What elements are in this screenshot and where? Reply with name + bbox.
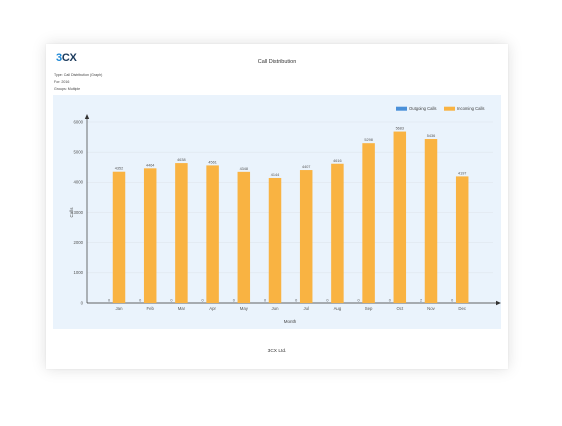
bar-incoming (112, 171, 126, 303)
legend-label-outgoing: Outgoing Calls (409, 106, 436, 111)
bar-incoming (393, 131, 407, 303)
data-label-incoming: 4348 (240, 167, 248, 171)
data-label-outgoing: 0 (202, 299, 204, 303)
y-tick-label: 0 (81, 300, 84, 305)
data-label-incoming: 4561 (208, 160, 216, 164)
y-tick-label: 5000 (73, 149, 83, 154)
data-label-outgoing: 0 (108, 299, 110, 303)
data-label-incoming: 5436 (427, 134, 435, 138)
x-tick-label: Jan (116, 306, 124, 311)
x-tick-label: Apr (209, 306, 216, 311)
data-label-incoming: 5298 (364, 138, 372, 142)
bar-incoming (455, 176, 469, 303)
bar-incoming (175, 163, 188, 303)
y-tick-label: 4000 (73, 180, 83, 185)
data-label-outgoing: 0 (358, 299, 360, 303)
meta-type: Type: Call Distribution (Graph) (54, 73, 103, 77)
data-label-outgoing: 0 (389, 299, 391, 303)
bar-incoming (331, 163, 344, 303)
bar-incoming (424, 139, 438, 303)
data-label-outgoing: 0 (264, 299, 266, 303)
x-tick-label: Jul (303, 306, 309, 311)
y-axis-label: Calls (69, 207, 74, 218)
report-page: 3CX Call Distribution Type: Call Distrib… (46, 44, 508, 369)
y-tick-label: 3000 (73, 210, 83, 215)
x-tick-label: Dec (458, 306, 466, 311)
y-tick-label: 2000 (73, 240, 83, 245)
meta-for: For: 2016 (54, 80, 70, 84)
x-tick-label: Feb (146, 306, 154, 311)
legend-swatch-incoming (444, 106, 455, 111)
y-axis-arrow (84, 114, 90, 119)
x-tick-label: Sep (365, 306, 373, 311)
bar-incoming (299, 170, 313, 303)
data-label-incoming: 4352 (115, 167, 123, 171)
data-label-outgoing: 0 (170, 299, 172, 303)
x-tick-label: Jun (272, 306, 280, 311)
x-tick-label: Nov (427, 306, 435, 311)
report-title: Call Distribution (257, 59, 297, 65)
data-label-incoming: 4616 (333, 159, 341, 163)
y-tick-label: 1000 (73, 270, 83, 275)
data-label-incoming: 4197 (458, 171, 466, 175)
call-distribution-chart: 0100020003000400050006000CallsMonth04352… (69, 106, 501, 324)
data-label-outgoing: 2 (420, 298, 422, 302)
data-label-outgoing: 0 (295, 299, 297, 303)
chart-panel: 0 1000 2000 3000 4000 5000 6000 Calls Month 0 4352… (53, 95, 501, 329)
y-tick-label: 6000 (73, 119, 83, 124)
x-tick-label: Aug (334, 306, 342, 311)
data-label-incoming: 4464 (146, 163, 154, 167)
data-label-incoming: 4407 (302, 165, 310, 169)
report-footer: 3CX Ltd. (267, 349, 287, 354)
data-label-outgoing: 0 (233, 299, 235, 303)
data-label-incoming: 5683 (396, 127, 404, 131)
x-axis-arrow (496, 300, 501, 306)
legend-label-incoming: Incoming Calls (457, 106, 484, 111)
legend-swatch-outgoing (396, 106, 407, 111)
data-label-incoming: 4144 (271, 173, 279, 177)
bar-incoming (362, 143, 375, 303)
x-axis-label: Month (284, 319, 297, 324)
meta-groups: Groups: Multiple (54, 87, 81, 91)
bar-incoming (268, 177, 282, 303)
data-label-outgoing: 0 (139, 299, 141, 303)
data-label-outgoing: 0 (451, 299, 453, 303)
data-label-outgoing: 0 (326, 299, 328, 303)
data-label-incoming: 4638 (177, 158, 185, 162)
bar-incoming (237, 171, 251, 303)
bar-incoming (143, 168, 157, 303)
x-tick-label: May (240, 306, 249, 311)
x-tick-label: Oct (396, 306, 403, 311)
x-tick-label: Mar (178, 306, 186, 311)
bar-incoming (206, 165, 219, 303)
